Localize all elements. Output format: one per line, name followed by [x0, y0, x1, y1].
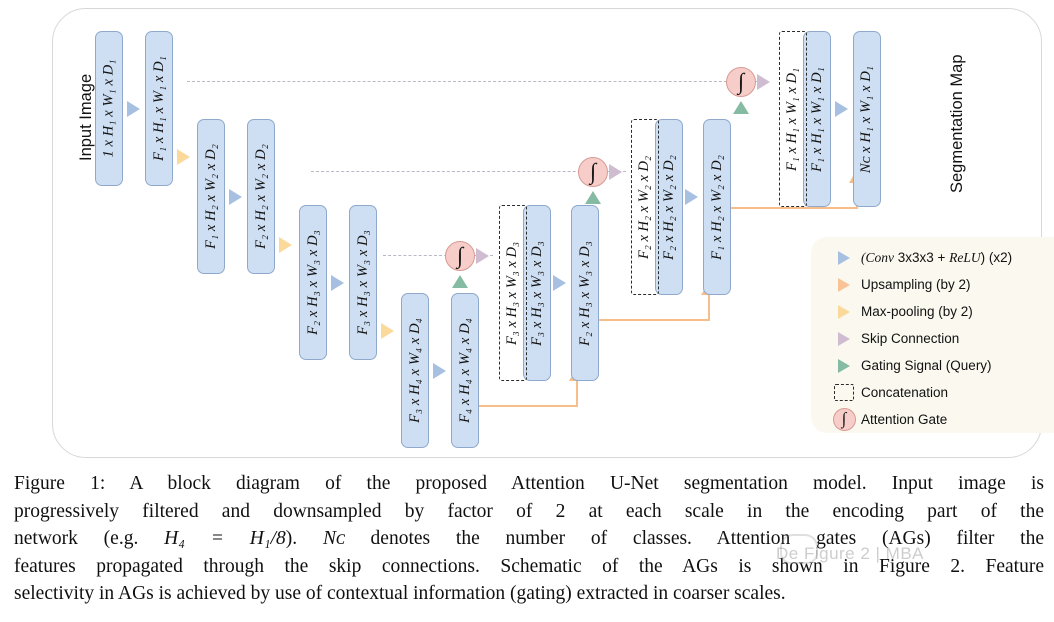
- caption-line-3: network (e.g. H₄ = H₁/8). Nᴄ denotes the…: [14, 528, 1044, 549]
- block-label: F₂ x H₂ x W₂ x D₂: [252, 144, 269, 249]
- legend-item-attention-gate: ∫ Attention Gate: [811, 406, 1054, 433]
- block-label: F₁ x H₁ x W₁ x D₁: [808, 66, 825, 172]
- block-encoder-1b: F₁ x H₁ x W₁ x D₁: [145, 31, 173, 186]
- legend-item-gating: Gating Signal (Query): [811, 352, 1054, 379]
- figure-panel: Input Image Segmentation Map 1 x H₁ x W₁…: [52, 8, 1054, 458]
- attention-gate-icon: ∫: [827, 408, 861, 431]
- pool-arrow-2: [279, 237, 292, 253]
- legend-label-upsampling: Upsampling (by 2): [861, 277, 971, 292]
- block-encoder-2b: F₂ x H₂ x W₂ x D₂: [247, 119, 275, 274]
- upsample-path-level2: [713, 207, 858, 209]
- caption-line-4: features propagated through the skip con…: [14, 555, 1044, 577]
- legend-item-skip: Skip Connection: [811, 325, 1054, 352]
- block-encoder-2a: F₁ x H₂ x W₂ x D₂: [197, 119, 225, 274]
- legend-item-upsampling: Upsampling (by 2): [811, 271, 1054, 298]
- caption-line-5: selectivity in AGs is achieved by use of…: [14, 583, 786, 604]
- conv-arrow-output: [835, 101, 848, 117]
- input-image-label: Input Image: [77, 73, 95, 161]
- block-label: 1 x H₁ x W₁ x D₁: [100, 59, 117, 158]
- conv-arrow-d3: [553, 275, 566, 291]
- block-decoder-2a: F₂ x H₂ x W₂ x D₂: [655, 119, 683, 295]
- block-label: F₁ x H₂ x W₂ x D₂: [708, 154, 725, 260]
- concat-label: F₂ x H₂ x W₂ x D₂: [636, 155, 653, 259]
- mauve-triangle-icon: [827, 331, 861, 346]
- caption-line-1: Figure 1: A block diagram of the propose…: [14, 473, 1044, 494]
- block-decoder-1a: F₁ x H₁ x W₁ x D₁: [803, 31, 831, 207]
- block-label: F₄ x H₄ x W₄ x D₄: [456, 318, 473, 423]
- legend-item-maxpooling: Max-pooling (by 2): [811, 298, 1054, 325]
- block-label: F₂ x H₂ x W₂ x D₂: [660, 154, 677, 260]
- block-label: F₁ x H₁ x W₁ x D₁: [150, 56, 167, 161]
- block-decoder-2b: F₁ x H₂ x W₂ x D₂: [703, 119, 731, 295]
- gating-arrow-3: [452, 275, 468, 288]
- dashed-box-icon: [827, 384, 861, 401]
- conv-arrow-e4: [433, 363, 446, 379]
- skip-arrow-1: [757, 74, 770, 90]
- block-decoder-3b: F₂ x H₃ x W₃ x D₃: [571, 205, 599, 381]
- conv-arrow-d2: [685, 189, 698, 205]
- skip-line-level1: [187, 81, 757, 82]
- attention-gate-glyph: ∫: [737, 68, 745, 94]
- yellow-triangle-icon: [827, 304, 861, 319]
- block-encoder-4a: F₃ x H₄ x W₄ x D₄: [401, 293, 429, 448]
- legend-panel: (Conv 3x3x3 + ReLU) (x2) Upsampling (by …: [811, 237, 1054, 433]
- block-label: F₂ x H₃ x W₃ x D₃: [304, 230, 321, 335]
- upsample-path-level3-vert: [708, 295, 710, 321]
- upsample-path-level4: [463, 405, 578, 407]
- block-label: F₁ x H₂ x W₂ x D₂: [202, 144, 219, 249]
- attention-gate-3[interactable]: ∫: [445, 241, 475, 271]
- concat-label: F₃ x H₃ x W₃ x D₃: [504, 241, 521, 345]
- legend-label-gating: Gating Signal (Query): [861, 358, 992, 373]
- legend-label-concatenation: Concatenation: [861, 385, 949, 400]
- block-output: Nᴄ x H₁ x W₁ x D₁: [853, 31, 881, 207]
- legend-label-conv: (Conv 3x3x3 + ReLU) (x2): [861, 249, 1013, 265]
- pool-arrow-3: [381, 323, 394, 339]
- orange-triangle-icon: [827, 277, 861, 292]
- concat-label: F₁ x H₁ x W₁ x D₁: [784, 67, 801, 171]
- block-encoder-3a: F₂ x H₃ x W₃ x D₃: [299, 205, 327, 360]
- concat-box-2: F₂ x H₂ x W₂ x D₂: [631, 119, 659, 295]
- block-bottleneck: F₄ x H₄ x W₄ x D₄: [451, 293, 479, 448]
- attention-gate-2[interactable]: ∫: [578, 157, 608, 187]
- legend-item-concatenation: Concatenation: [811, 379, 1054, 406]
- caption-line-2: progressively filtered and downsampled b…: [14, 500, 1044, 522]
- attention-gate-glyph: ∫: [456, 242, 464, 268]
- gating-arrow-1: [733, 101, 749, 114]
- segmentation-map-label: Segmentation Map: [948, 54, 966, 193]
- concat-box-3: F₃ x H₃ x W₃ x D₃: [499, 205, 527, 381]
- attention-gate-glyph: ∫: [589, 158, 597, 184]
- watermark-icon: [780, 534, 818, 564]
- conv-arrow-e3: [331, 275, 344, 291]
- pool-arrow-1: [177, 149, 190, 165]
- green-triangle-icon: [827, 358, 861, 373]
- legend-label-attention-gate: Attention Gate: [861, 412, 948, 427]
- upsample-path-level4-vert: [576, 381, 578, 407]
- blue-triangle-icon: [827, 250, 861, 265]
- legend-item-conv: (Conv 3x3x3 + ReLU) (x2): [811, 244, 1054, 271]
- block-label: F₂ x H₃ x W₃ x D₃: [576, 240, 593, 346]
- attention-gate-1[interactable]: ∫: [726, 67, 756, 97]
- block-decoder-3a: F₃ x H₃ x W₃ x D₃: [523, 205, 551, 381]
- conv-arrow-e2: [229, 189, 242, 205]
- block-label: Nᴄ x H₁ x W₁ x D₁: [858, 65, 875, 173]
- concat-box-1: F₁ x H₁ x W₁ x D₁: [779, 31, 807, 207]
- legend-label-skip: Skip Connection: [861, 331, 960, 346]
- legend-label-maxpooling: Max-pooling (by 2): [861, 304, 973, 319]
- figure-caption: Figure 1: A block diagram of the propose…: [14, 470, 1044, 608]
- block-encoder-1a: 1 x H₁ x W₁ x D₁: [95, 31, 123, 186]
- block-label: F₃ x H₃ x W₃ x D₃: [528, 240, 545, 346]
- conv-arrow-e1: [127, 101, 140, 117]
- skip-arrow-3: [476, 248, 489, 264]
- block-label: F₃ x H₄ x W₄ x D₄: [406, 318, 423, 423]
- gating-arrow-2: [585, 191, 601, 204]
- skip-arrow-2: [609, 164, 622, 180]
- block-encoder-3b: F₃ x H₃ x W₃ x D₃: [349, 205, 377, 360]
- upsample-path-level3: [580, 319, 710, 321]
- block-label: F₃ x H₃ x W₃ x D₃: [354, 230, 371, 335]
